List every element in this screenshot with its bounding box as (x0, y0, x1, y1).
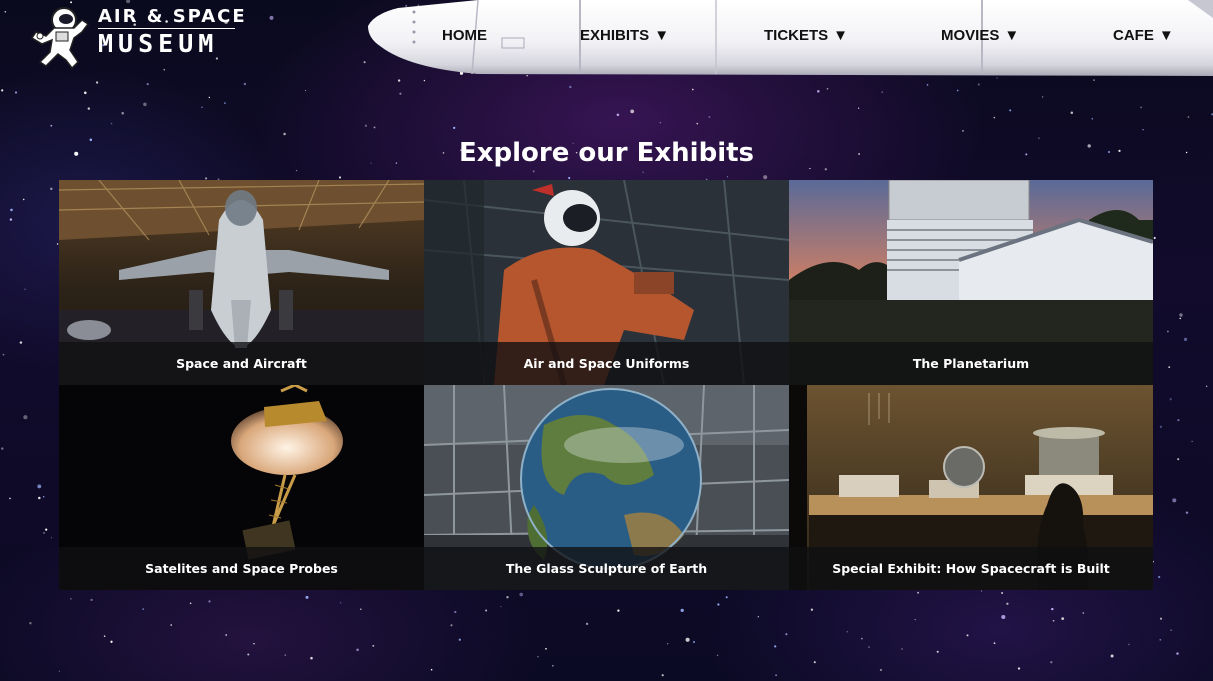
main-nav: HOME EXHIBITS ▼ TICKETS ▼ MOVIES ▼ CAFE … (0, 0, 1213, 70)
nav-home-label: HOME (442, 26, 487, 44)
exhibit-card-special-exhibit[interactable]: Special Exhibit: How Spacecraft is Built (789, 385, 1153, 590)
exhibit-caption: Satelites and Space Probes (59, 547, 424, 590)
nav-movies[interactable]: MOVIES ▼ (941, 24, 1019, 46)
exhibit-card-satelites-and-space-probes[interactable]: Satelites and Space Probes (59, 385, 424, 590)
exhibit-card-planetarium[interactable]: The Planetarium (789, 180, 1153, 385)
nav-cafe-label: CAFE (1113, 26, 1154, 44)
exhibit-caption: Special Exhibit: How Spacecraft is Built (789, 547, 1153, 590)
nav-cafe[interactable]: CAFE ▼ (1113, 24, 1174, 46)
nav-tickets-label: TICKETS (764, 26, 829, 44)
dropdown-caret-icon: ▼ (654, 26, 670, 44)
nav-tickets[interactable]: TICKETS ▼ (764, 24, 848, 46)
exhibit-caption: The Glass Sculpture of Earth (424, 547, 789, 590)
nav-home[interactable]: HOME (442, 24, 487, 46)
exhibit-grid: Space and Aircraft Air and Space Uniform… (59, 180, 1153, 590)
exhibit-caption: The Planetarium (789, 342, 1153, 385)
page-title: Explore our Exhibits (458, 138, 755, 168)
exhibit-card-glass-sculpture-of-earth[interactable]: The Glass Sculpture of Earth (424, 385, 789, 590)
dropdown-caret-icon: ▼ (833, 26, 849, 44)
nav-movies-label: MOVIES (941, 26, 1000, 44)
exhibit-card-air-and-space-uniforms[interactable]: Air and Space Uniforms (424, 180, 789, 385)
nav-exhibits-label: EXHIBITS (580, 26, 650, 44)
dropdown-caret-icon: ▼ (1004, 26, 1020, 44)
exhibit-caption: Air and Space Uniforms (424, 342, 789, 385)
nav-exhibits[interactable]: EXHIBITS ▼ (580, 24, 669, 46)
exhibit-card-space-and-aircraft[interactable]: Space and Aircraft (59, 180, 424, 385)
dropdown-caret-icon: ▼ (1158, 26, 1174, 44)
exhibit-caption: Space and Aircraft (59, 342, 424, 385)
